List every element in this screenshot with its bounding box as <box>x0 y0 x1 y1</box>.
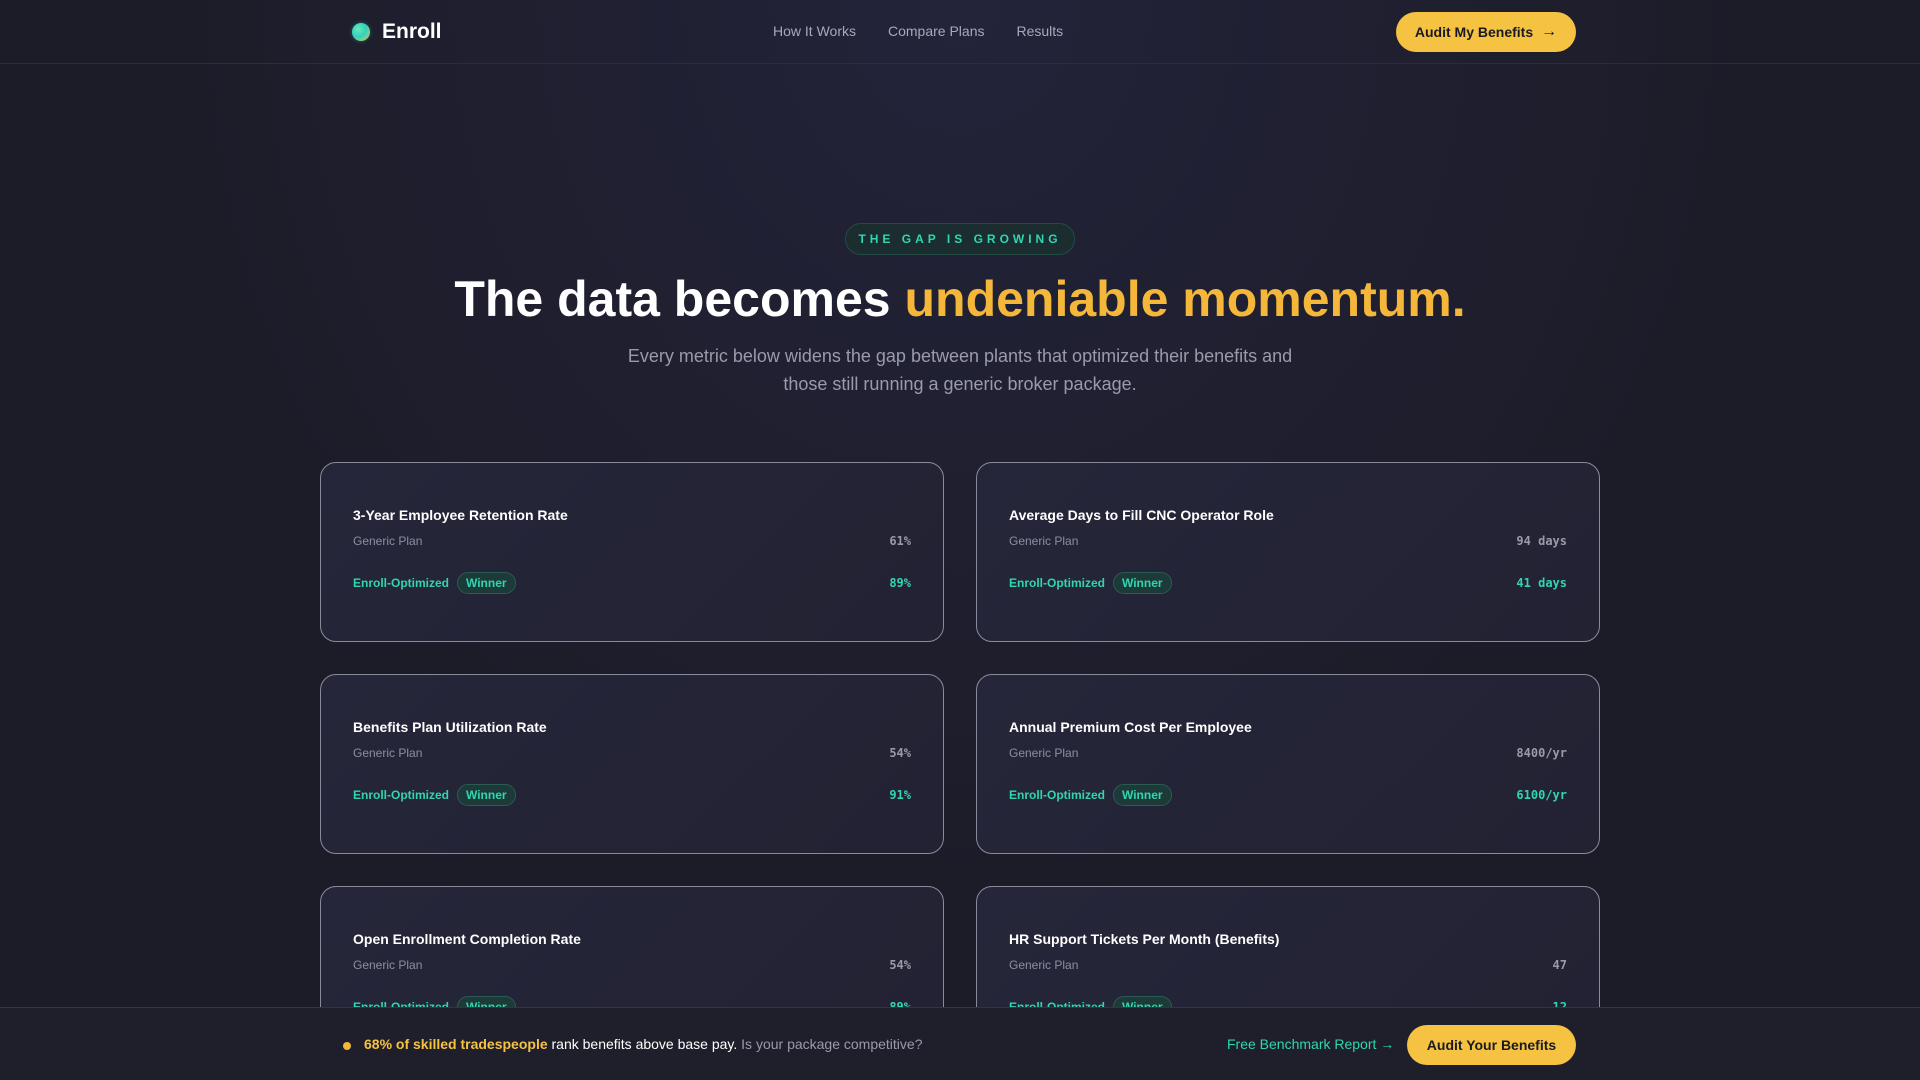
generic-value: 94 days <box>1516 534 1567 548</box>
generic-label: Generic Plan <box>353 746 423 760</box>
generic-label: Generic Plan <box>1009 746 1079 760</box>
generic-value: 47 <box>1552 958 1567 972</box>
optimized-row: Enroll-Optimized Winner 6100/yr <box>1009 784 1567 806</box>
card-title: 3-Year Employee Retention Rate <box>353 507 568 523</box>
optimized-left: Enroll-Optimized Winner <box>353 784 516 806</box>
page-title: The data becomes undeniable momentum. <box>0 270 1920 328</box>
winner-badge: Winner <box>457 784 516 806</box>
metric-card: Benefits Plan Utilization Rate Generic P… <box>320 674 944 854</box>
nav-link-how-it-works[interactable]: How It Works <box>773 23 856 39</box>
optimized-label: Enroll-Optimized <box>353 576 449 590</box>
status-dot-icon <box>343 1042 351 1050</box>
generic-value: 54% <box>889 746 911 760</box>
arrow-right-icon: → <box>1541 23 1558 40</box>
optimized-value: 91% <box>889 788 911 802</box>
nav-link-results[interactable]: Results <box>1016 23 1063 39</box>
stat-middle: rank benefits above base pay. <box>547 1036 738 1052</box>
generic-value: 8400/yr <box>1516 746 1567 760</box>
generic-label: Generic Plan <box>1009 534 1079 548</box>
generic-row: Generic Plan 54% <box>353 746 911 760</box>
card-title: Average Days to Fill CNC Operator Role <box>1009 507 1274 523</box>
optimized-value: 6100/yr <box>1516 788 1567 802</box>
nav-links: How It Works Compare Plans Results <box>773 23 1063 39</box>
metric-card: Annual Premium Cost Per Employee Generic… <box>976 674 1600 854</box>
nav-link-compare-plans[interactable]: Compare Plans <box>888 23 985 39</box>
generic-value: 61% <box>889 534 911 548</box>
generic-value: 54% <box>889 958 911 972</box>
free-benchmark-report-link[interactable]: Free Benchmark Report → <box>1227 1036 1394 1052</box>
metric-card: Average Days to Fill CNC Operator Role G… <box>976 462 1600 642</box>
card-title: HR Support Tickets Per Month (Benefits) <box>1009 931 1280 947</box>
optimized-left: Enroll-Optimized Winner <box>1009 784 1172 806</box>
generic-row: Generic Plan 61% <box>353 534 911 548</box>
generic-label: Generic Plan <box>353 534 423 548</box>
generic-row: Generic Plan 94 days <box>1009 534 1567 548</box>
optimized-left: Enroll-Optimized Winner <box>1009 572 1172 594</box>
hero-subtext: Every metric below widens the gap betwee… <box>627 346 1293 394</box>
optimized-row: Enroll-Optimized Winner 41 days <box>1009 572 1567 594</box>
sticky-bottom-bar: 68% of skilled tradespeople rank benefit… <box>0 1007 1920 1080</box>
top-nav: Enroll How It Works Compare Plans Result… <box>0 0 1920 64</box>
optimized-left: Enroll-Optimized Winner <box>353 572 516 594</box>
winner-badge: Winner <box>1113 572 1172 594</box>
card-title: Benefits Plan Utilization Rate <box>353 719 547 735</box>
card-title: Annual Premium Cost Per Employee <box>1009 719 1252 735</box>
optimized-value: 41 days <box>1516 576 1567 590</box>
winner-badge: Winner <box>1113 784 1172 806</box>
stat-question: Is your package competitive? <box>737 1036 923 1052</box>
audit-my-benefits-label: Audit My Benefits <box>1414 24 1534 40</box>
optimized-label: Enroll-Optimized <box>353 788 449 802</box>
metric-card: 3-Year Employee Retention Rate Generic P… <box>320 462 944 642</box>
winner-badge: Winner <box>457 572 516 594</box>
generic-label: Generic Plan <box>1009 958 1079 972</box>
bottom-bar-message: 68% of skilled tradespeople rank benefit… <box>364 1036 923 1052</box>
headline-accent: undeniable momentum. <box>904 271 1466 327</box>
generic-row: Generic Plan 8400/yr <box>1009 746 1567 760</box>
logo-icon <box>352 23 370 41</box>
optimized-row: Enroll-Optimized Winner 89% <box>353 572 911 594</box>
card-title: Open Enrollment Completion Rate <box>353 931 581 947</box>
brand-name: Enroll <box>382 20 442 43</box>
optimized-label: Enroll-Optimized <box>1009 576 1105 590</box>
eyebrow-badge: THE GAP IS GROWING <box>845 223 1075 255</box>
generic-row: Generic Plan 47 <box>1009 958 1567 972</box>
generic-row: Generic Plan 54% <box>353 958 911 972</box>
audit-my-benefits-button[interactable]: Audit My Benefits → <box>1396 12 1576 52</box>
optimized-value: 89% <box>889 576 911 590</box>
optimized-label: Enroll-Optimized <box>1009 788 1105 802</box>
optimized-row: Enroll-Optimized Winner 91% <box>353 784 911 806</box>
audit-your-benefits-button[interactable]: Audit Your Benefits <box>1407 1025 1576 1065</box>
headline-plain: The data becomes <box>454 271 905 327</box>
brand[interactable]: Enroll <box>352 20 442 44</box>
stat-highlight: 68% of skilled tradespeople <box>364 1036 548 1052</box>
generic-label: Generic Plan <box>353 958 423 972</box>
